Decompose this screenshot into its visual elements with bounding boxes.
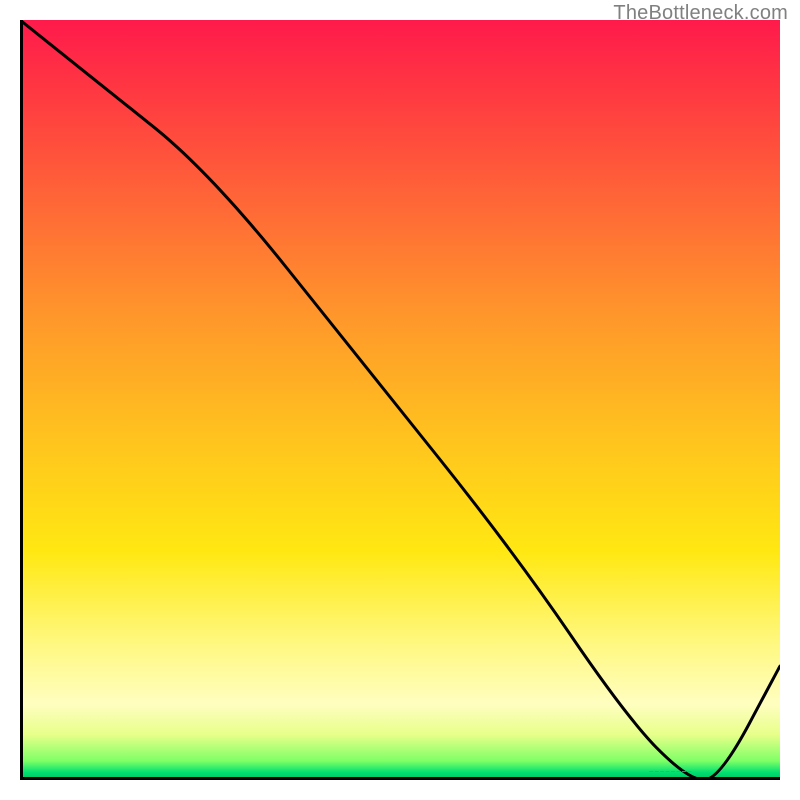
watermark-text: TheBottleneck.com — [613, 2, 788, 25]
chart-min-marker: –––––––– — [649, 767, 693, 776]
chart-plot-area: –––––––– — [20, 20, 780, 780]
x-axis — [20, 777, 780, 780]
bottleneck-curve-path — [20, 20, 780, 780]
y-axis — [20, 20, 23, 780]
chart-curve-svg — [20, 20, 780, 780]
